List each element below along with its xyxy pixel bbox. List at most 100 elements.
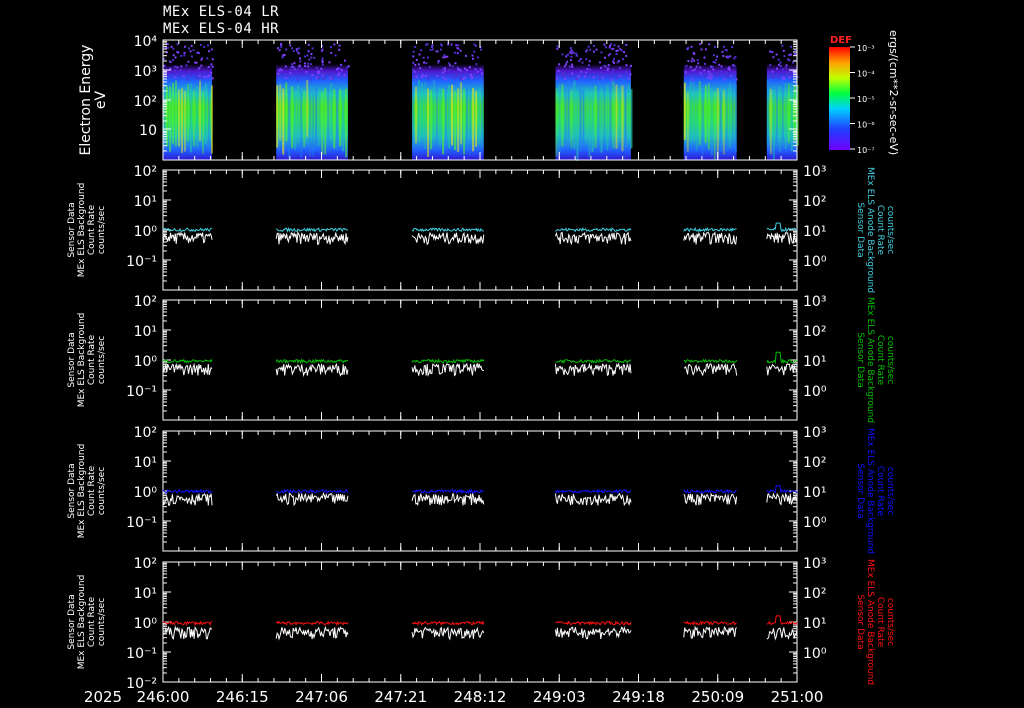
spectrogram-dot bbox=[427, 77, 430, 80]
spectrogram-dot bbox=[575, 78, 578, 81]
spectrogram-streak bbox=[336, 88, 339, 150]
spectrogram-dot bbox=[475, 63, 478, 66]
spectrogram-dot bbox=[448, 62, 451, 65]
spectrogram-dot bbox=[166, 43, 169, 46]
series-line bbox=[683, 492, 738, 506]
y-tick-label: 10² bbox=[134, 556, 157, 572]
spectrogram-dot bbox=[700, 48, 703, 51]
spectrogram-dot bbox=[618, 67, 621, 70]
series-line bbox=[411, 620, 485, 626]
spectrogram-dot bbox=[589, 68, 592, 71]
spectrogram-dot bbox=[707, 70, 710, 73]
series-line bbox=[555, 488, 632, 495]
spectrogram-dot bbox=[279, 68, 282, 71]
spectrogram-streak bbox=[418, 80, 421, 144]
spectrogram-dot bbox=[779, 65, 782, 68]
spectrogram-streak bbox=[294, 90, 297, 150]
spectrogram-dot bbox=[729, 55, 732, 58]
spectrogram-dot bbox=[297, 52, 300, 55]
spectrogram-dot bbox=[307, 43, 310, 46]
spectrogram-dot bbox=[459, 73, 462, 76]
y-tick-label: 10³ bbox=[134, 64, 157, 80]
spectrogram-dot bbox=[607, 54, 610, 57]
spectrogram-dot bbox=[190, 44, 193, 47]
y2-axis-label: Count Rate bbox=[875, 597, 885, 648]
spectrogram-streak bbox=[766, 80, 769, 145]
colorbar bbox=[829, 47, 850, 150]
series-line bbox=[555, 492, 632, 507]
spectrogram-dot bbox=[199, 43, 202, 46]
y2-tick-label: 10⁰ bbox=[803, 515, 827, 531]
spectrogram-streak bbox=[306, 80, 309, 137]
spectrogram-streak bbox=[436, 86, 439, 143]
spectrogram-dot bbox=[300, 68, 303, 71]
spectrogram-dot bbox=[767, 76, 770, 79]
spectrogram-streak bbox=[345, 88, 348, 158]
spectrogram-dot bbox=[464, 54, 467, 57]
spectrogram-dot bbox=[733, 65, 736, 68]
spectrogram-dot bbox=[465, 73, 468, 76]
spectrogram-dot bbox=[567, 53, 570, 56]
spectrogram-dot bbox=[340, 69, 343, 72]
spectrogram-dot bbox=[334, 54, 337, 57]
spectrogram-dot bbox=[777, 58, 780, 61]
spectrogram-dot bbox=[429, 48, 432, 51]
spectrogram-dot bbox=[600, 51, 603, 54]
spectrogram-streak bbox=[558, 84, 561, 155]
spectrogram-streak bbox=[442, 89, 445, 155]
spectrogram-dot bbox=[722, 54, 725, 57]
spectrogram-dot bbox=[308, 58, 311, 61]
spectrogram-streak bbox=[612, 81, 615, 149]
x-tick-label: 250:09 bbox=[691, 688, 744, 706]
spectrogram-dot bbox=[440, 70, 443, 73]
spectrogram-streak bbox=[276, 85, 279, 148]
spectrogram-dot bbox=[287, 75, 290, 78]
spectrogram-dot bbox=[782, 49, 785, 52]
spectrogram-streak bbox=[627, 84, 630, 143]
y-tick-label: 10² bbox=[134, 164, 157, 180]
spectrogram-dot bbox=[608, 76, 611, 79]
spectrogram-dot bbox=[474, 44, 477, 47]
spectrogram-streak bbox=[728, 82, 731, 149]
spectrogram-dot bbox=[304, 65, 307, 68]
spectrogram-streak bbox=[716, 88, 719, 157]
spectrogram-dot bbox=[600, 66, 603, 69]
y2-tick-label: 10² bbox=[803, 324, 826, 340]
spectrogram-dot bbox=[414, 45, 417, 48]
spectrogram-streak bbox=[321, 91, 324, 155]
spectrogram-dot bbox=[291, 63, 294, 66]
spectrogram-dot bbox=[330, 51, 333, 54]
spectrogram-dot bbox=[415, 76, 418, 79]
y-axis-units: eV bbox=[93, 90, 109, 109]
spectrogram-dot bbox=[323, 78, 326, 81]
series-line bbox=[275, 488, 349, 495]
spectrogram-dot bbox=[321, 57, 324, 60]
spectrogram-dot bbox=[699, 72, 702, 75]
series-line bbox=[555, 620, 632, 627]
series-line bbox=[683, 226, 737, 233]
spectrogram-streak bbox=[701, 89, 704, 156]
spectrogram-streak bbox=[630, 89, 633, 149]
spectrogram-streak bbox=[463, 88, 466, 155]
spectrogram-streak bbox=[621, 85, 624, 152]
spectrogram-dot bbox=[333, 72, 336, 75]
spectrogram-dot bbox=[569, 51, 572, 54]
spectrogram-dot bbox=[778, 75, 781, 78]
y2-tick-label: 10⁰ bbox=[803, 646, 827, 662]
spectrogram-dot bbox=[304, 55, 307, 58]
spectrogram-dot bbox=[431, 48, 434, 51]
spectrogram-streak bbox=[707, 83, 710, 150]
spectrogram-dot bbox=[720, 65, 723, 68]
spectrogram-dot bbox=[329, 76, 332, 79]
spectrogram-streak bbox=[683, 82, 686, 141]
spectrogram-dot bbox=[285, 48, 288, 51]
spectrogram-dot bbox=[581, 61, 584, 64]
spectrogram-dot bbox=[479, 68, 482, 71]
spectrogram-dot bbox=[784, 66, 787, 69]
spectrogram-streak bbox=[309, 88, 312, 157]
spectrogram-dot bbox=[609, 44, 612, 47]
spectrogram-dot bbox=[592, 50, 595, 53]
spectrogram-dot bbox=[595, 48, 598, 51]
spectrogram-dot bbox=[296, 68, 299, 71]
spectrogram-dot bbox=[779, 61, 782, 64]
